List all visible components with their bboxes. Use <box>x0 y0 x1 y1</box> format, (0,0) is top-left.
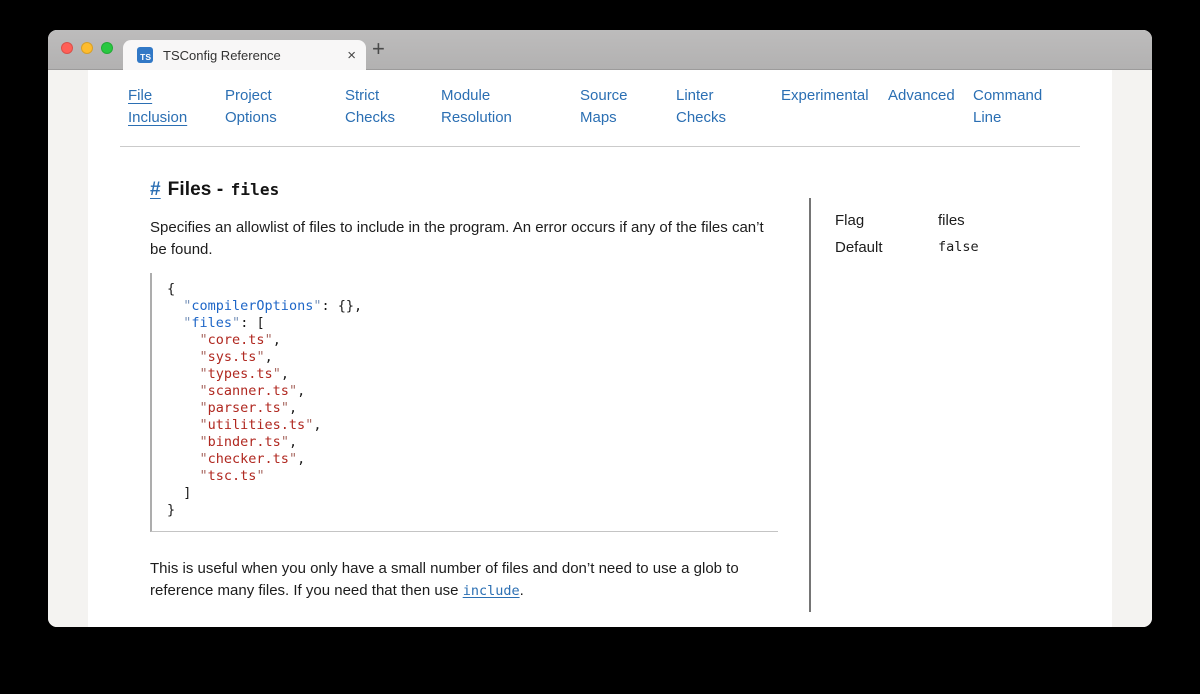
browser-tab[interactable]: TS TSConfig Reference × <box>123 40 366 70</box>
tab-bar: TS TSConfig Reference × + <box>48 30 1152 70</box>
code-line: "binder.ts", <box>167 434 778 451</box>
code-line: "types.ts", <box>167 366 778 383</box>
article: # Files - files Specifies an allowlist of… <box>150 179 778 602</box>
heading-title: Files - <box>168 179 224 200</box>
tab-close-icon[interactable]: × <box>347 48 356 63</box>
meta-row: Flagfiles <box>835 210 1089 232</box>
outro-text-before: This is useful when you only have a smal… <box>150 560 739 599</box>
nav-item-file-inclusion[interactable]: File Inclusion <box>128 85 225 129</box>
minimize-window-button[interactable] <box>81 42 93 54</box>
outro-paragraph: This is useful when you only have a smal… <box>150 558 778 602</box>
meta-value: false <box>938 237 979 259</box>
code-line: "checker.ts", <box>167 451 778 468</box>
typescript-favicon-icon: TS <box>137 47 153 63</box>
code-line: "core.ts", <box>167 332 778 349</box>
include-link[interactable]: include <box>463 583 520 599</box>
nav-item-command-line[interactable]: Command Line <box>973 85 1042 129</box>
code-line: "compilerOptions": {}, <box>167 298 778 315</box>
heading-code: files <box>231 180 280 199</box>
nav-item-strict-checks[interactable]: Strict Checks <box>345 85 441 129</box>
code-line: "parser.ts", <box>167 400 778 417</box>
code-line: ] <box>167 485 778 502</box>
code-block: { "compilerOptions": {}, "files": [ "cor… <box>150 273 778 532</box>
nav-item-experimental[interactable]: Experimental <box>781 85 888 129</box>
code-line: "utilities.ts", <box>167 417 778 434</box>
nav-item-project-options[interactable]: Project Options <box>225 85 345 129</box>
meta-panel: FlagfilesDefaultfalse <box>809 198 1089 612</box>
browser-window: TS TSConfig Reference × + File Inclusion… <box>48 30 1152 627</box>
meta-label: Default <box>835 237 938 259</box>
section-heading: # Files - files <box>150 179 778 201</box>
code-line: } <box>167 502 778 519</box>
nav-item-module-resolution[interactable]: Module Resolution <box>441 85 580 129</box>
nav-item-linter-checks[interactable]: Linter Checks <box>676 85 781 129</box>
browser-viewport: File InclusionProject OptionsStrict Chec… <box>48 70 1152 627</box>
zoom-window-button[interactable] <box>101 42 113 54</box>
nav-item-advanced[interactable]: Advanced <box>888 85 973 129</box>
code-line: "scanner.ts", <box>167 383 778 400</box>
code-line: "tsc.ts" <box>167 468 778 485</box>
page: File InclusionProject OptionsStrict Chec… <box>88 70 1112 627</box>
code-line: { <box>167 281 778 298</box>
intro-paragraph: Specifies an allowlist of files to inclu… <box>150 217 778 260</box>
top-nav: File InclusionProject OptionsStrict Chec… <box>120 85 1080 147</box>
code-line: "files": [ <box>167 315 778 332</box>
main-content: # Files - files Specifies an allowlist of… <box>88 147 1112 612</box>
meta-row: Defaultfalse <box>835 237 1089 259</box>
meta-label: Flag <box>835 210 938 232</box>
heading-anchor-link[interactable]: # <box>150 179 161 200</box>
nav-item-source-maps[interactable]: Source Maps <box>580 85 676 129</box>
code-line: "sys.ts", <box>167 349 778 366</box>
tab-title: TSConfig Reference <box>163 48 347 63</box>
close-window-button[interactable] <box>61 42 73 54</box>
meta-value: files <box>938 210 965 232</box>
traffic-lights <box>61 42 113 54</box>
outro-text-after: . <box>520 582 524 599</box>
new-tab-button[interactable]: + <box>372 38 385 60</box>
